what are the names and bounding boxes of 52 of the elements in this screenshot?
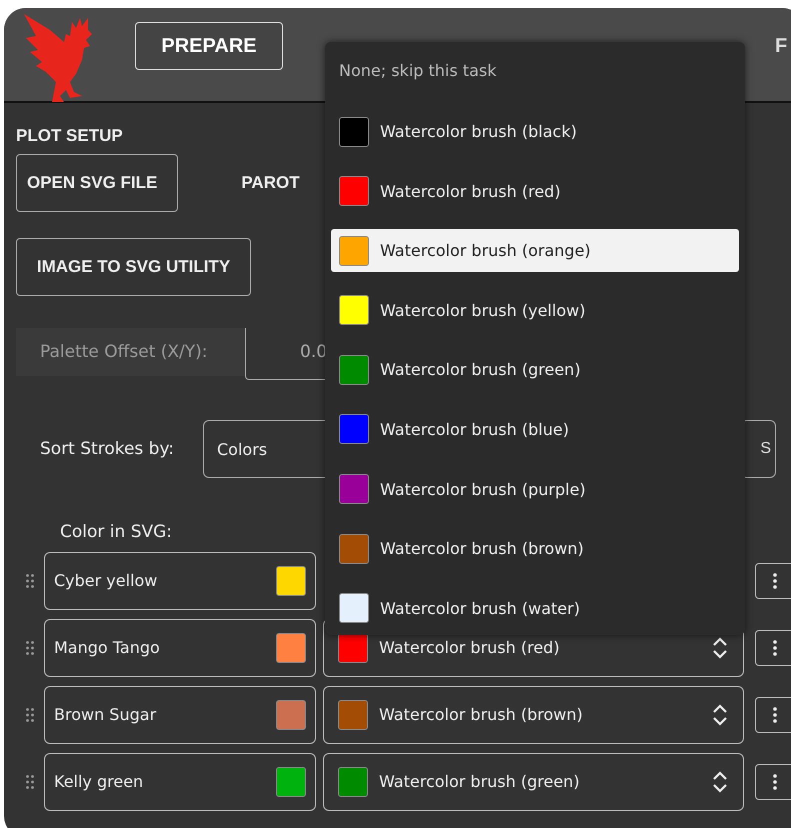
- color-name: Kelly green: [54, 772, 144, 791]
- more-button[interactable]: [755, 630, 791, 666]
- section-title: PLOT SETUP: [16, 126, 123, 147]
- brush-label: Watercolor brush (green): [379, 772, 581, 791]
- tab[interactable]: F: [774, 22, 788, 70]
- color-name: Brown Sugar: [54, 705, 156, 724]
- chevron-updown-icon: [712, 770, 728, 794]
- dropdown-option[interactable]: Watercolor brush (brown): [331, 527, 739, 570]
- brush-label: Watercolor brush (red): [379, 638, 561, 657]
- dropdown-option[interactable]: Watercolor brush (orange): [331, 229, 739, 272]
- option-label: Watercolor brush (brown): [380, 539, 584, 558]
- option-label: Watercolor brush (yellow): [380, 300, 586, 320]
- dropdown-option[interactable]: Watercolor brush (blue): [331, 408, 739, 451]
- more-icon: [773, 706, 777, 722]
- column-header: Color in SVG:: [60, 522, 172, 544]
- chevron-updown-icon: [712, 702, 728, 726]
- field-label: Sort Strokes by:: [40, 439, 176, 459]
- dropdown-option[interactable]: Watercolor brush (purple): [331, 468, 739, 511]
- drag-handle-icon: [26, 774, 34, 788]
- option-label: Watercolor brush (purple): [380, 480, 586, 499]
- brush-select[interactable]: Watercolor brush (green): [323, 752, 744, 810]
- more-button[interactable]: [755, 696, 791, 732]
- color-name-field[interactable]: Brown Sugar: [44, 686, 316, 744]
- brush-label: Watercolor brush (brown): [379, 705, 584, 724]
- option-label: Watercolor brush (blue): [380, 420, 569, 439]
- option-label: Watercolor brush (red): [380, 182, 561, 201]
- heading-label: PAROT: [241, 173, 300, 193]
- dropdown-option[interactable]: Watercolor brush (red): [331, 170, 739, 213]
- brush-select[interactable]: Watercolor brush (brown): [323, 686, 744, 744]
- option-label: Watercolor brush (orange): [380, 241, 591, 260]
- option-label: Watercolor brush (water): [380, 598, 580, 618]
- option-label: Watercolor brush (black): [380, 122, 577, 141]
- more-icon: [773, 774, 777, 790]
- dropdown-option[interactable]: None; skip this task: [331, 48, 739, 92]
- more-icon: [773, 640, 777, 656]
- tab[interactable]: PREPARE: [135, 22, 283, 70]
- drag-handle-icon: [26, 574, 34, 588]
- more-button[interactable]: [755, 764, 791, 800]
- drag-handle-icon: [26, 640, 34, 654]
- dropdown-option[interactable]: Watercolor brush (black): [331, 110, 739, 153]
- color-name-field[interactable]: Cyber yellow: [44, 552, 316, 610]
- drag-handle-icon: [26, 708, 34, 722]
- more-button[interactable]: [755, 562, 791, 598]
- field-label: Palette Offset (X/Y):: [40, 342, 209, 362]
- color-name-field[interactable]: Mango Tango: [44, 618, 316, 676]
- color-name-field[interactable]: Kelly green: [44, 752, 316, 810]
- chevron-updown-icon: [712, 636, 728, 660]
- utility-button[interactable]: IMAGE TO SVG UTILITY: [16, 238, 251, 296]
- color-name: Mango Tango: [54, 638, 160, 657]
- more-icon: [773, 572, 777, 588]
- color-name: Cyber yellow: [54, 571, 158, 590]
- open-file-button[interactable]: OPEN SVG FILE: [16, 154, 178, 212]
